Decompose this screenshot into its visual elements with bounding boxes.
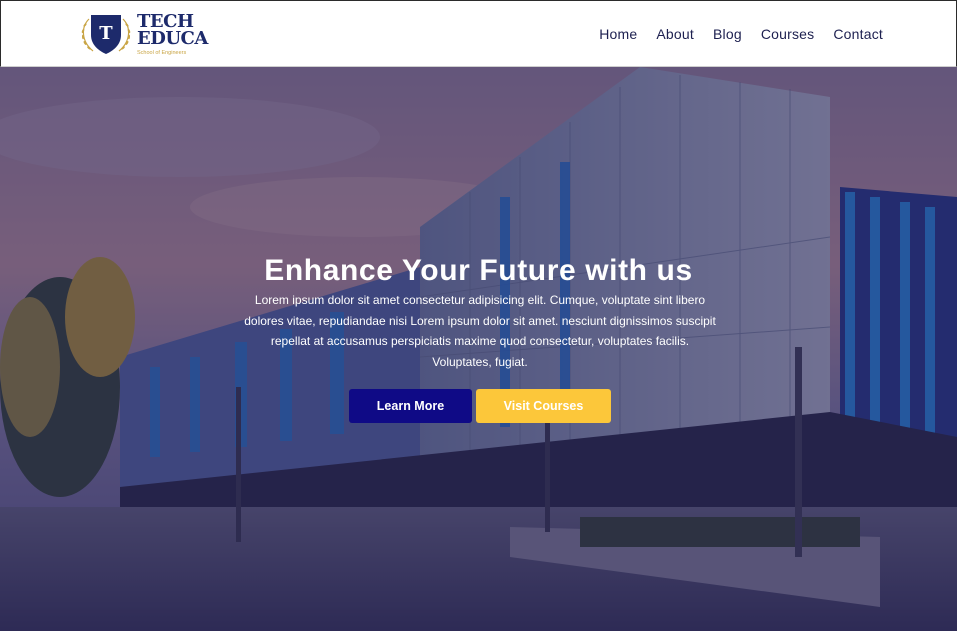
nav-blog[interactable]: Blog	[713, 25, 742, 43]
brand-logo[interactable]: T TECH EDUCA School of Engineers	[79, 11, 208, 57]
visit-courses-button[interactable]: Visit Courses	[476, 389, 611, 423]
learn-more-button[interactable]: Learn More	[349, 389, 472, 423]
emblem-letter: T	[99, 23, 113, 44]
nav-courses[interactable]: Courses	[761, 25, 815, 43]
hero-description: Lorem ipsum dolor sit amet consectetur a…	[244, 293, 716, 369]
nav-about[interactable]: About	[656, 25, 694, 43]
site-header: T TECH EDUCA School of Engineers Home Ab…	[0, 0, 957, 67]
hero-section: Enhance Your Future with us Lorem ipsum …	[0, 67, 957, 631]
main-nav: Home About Blog Courses Contact	[580, 25, 883, 43]
hero-title: Enhance Your Future with us	[264, 254, 693, 287]
brand-tagline: School of Engineers	[137, 50, 187, 56]
nav-contact[interactable]: Contact	[833, 25, 883, 43]
nav-home[interactable]: Home	[599, 25, 637, 43]
brand-line-2: EDUCA	[137, 28, 208, 49]
brand-wordmark: TECH EDUCA School of Engineers	[137, 13, 208, 57]
shield-emblem-icon: T	[81, 15, 131, 54]
